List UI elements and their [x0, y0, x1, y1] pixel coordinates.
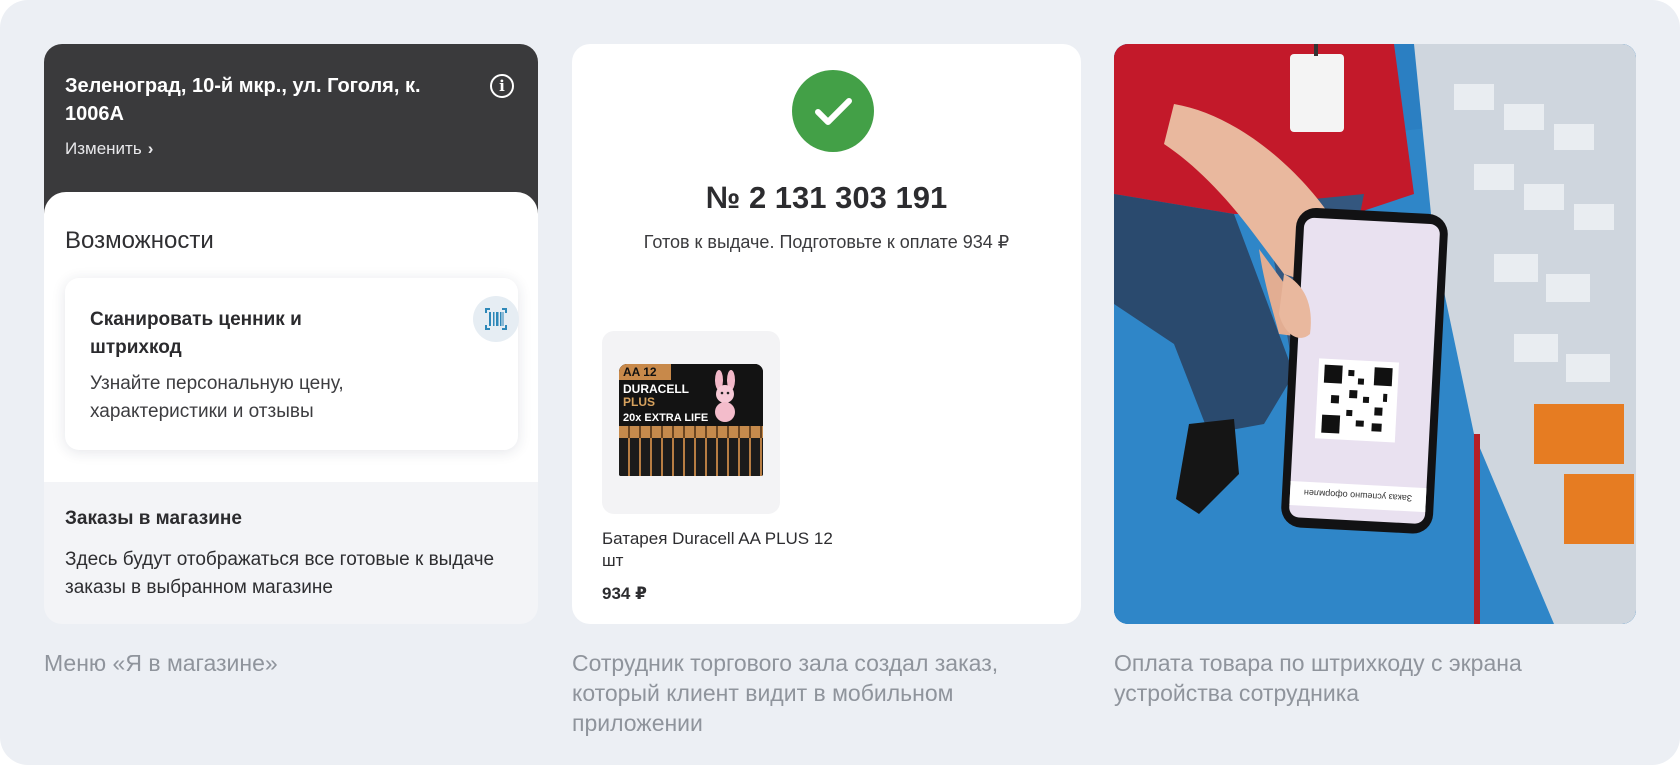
order-status: Готов к выдаче. Подготовьте к оплате 934…: [643, 232, 1010, 252]
product-name[interactable]: Батарея Duracell AA PLUS 12 шт: [602, 528, 842, 572]
pack-claim: 20x EXTRA LIFE: [623, 412, 709, 424]
barcode-scan-icon: [473, 296, 519, 342]
order-number: № 2 131 303 191: [705, 180, 948, 215]
employee-phone-qr-photo: Заказ успешно оформлен: [1114, 44, 1636, 624]
store-header: Зеленоград, 10-й мкр., ул. Гоголя, к. 10…: [44, 44, 538, 216]
store-orders-description: Здесь будут отображаться все готовые к в…: [65, 549, 495, 598]
change-store-button[interactable]: Изменить ›: [65, 139, 153, 159]
features-title: Возможности: [65, 227, 214, 254]
chevron-right-icon: ›: [147, 139, 154, 158]
info-icon[interactable]: i: [490, 74, 514, 98]
store-orders-title: Заказы в магазине: [65, 508, 242, 529]
check-icon: [792, 70, 874, 152]
features-section: Возможности Сканировать ценник и штрихко…: [44, 192, 538, 482]
canvas: Зеленоград, 10-й мкр., ул. Гоголя, к. 10…: [0, 0, 1680, 765]
scan-card-description: Узнайте персональную цену, характеристик…: [90, 373, 344, 422]
store-menu-panel: Зеленоград, 10-й мкр., ул. Гоголя, к. 10…: [44, 44, 538, 624]
caption-order: Сотрудник торгового зала создал заказ, к…: [572, 650, 999, 736]
caption-store-menu: Меню «Я в магазине»: [44, 650, 278, 676]
pack-size-label: AA 12: [619, 364, 671, 380]
caption-photo: Оплата товара по штрихкоду с экрана устр…: [1114, 650, 1522, 706]
bunny-mascot-icon: [715, 370, 735, 422]
change-store-label: Изменить: [65, 139, 142, 158]
product-price: 934 ₽: [602, 584, 647, 603]
scan-barcode-card[interactable]: Сканировать ценник и штрихкод Узнайте пе…: [65, 278, 519, 450]
pack-brand: DURACELL PLUS: [623, 382, 689, 409]
store-address: Зеленоград, 10-й мкр., ул. Гоголя, к. 10…: [65, 75, 421, 125]
scan-card-title: Сканировать ценник и штрихкод: [90, 309, 302, 358]
product-thumbnail[interactable]: AA 12 DURACELL PLUS 20x EXTRA LIFE: [602, 331, 780, 514]
order-panel: № 2 131 303 191 Готов к выдаче. Подготов…: [572, 44, 1081, 624]
duracell-pack-image: AA 12 DURACELL PLUS 20x EXTRA LIFE: [619, 364, 763, 476]
